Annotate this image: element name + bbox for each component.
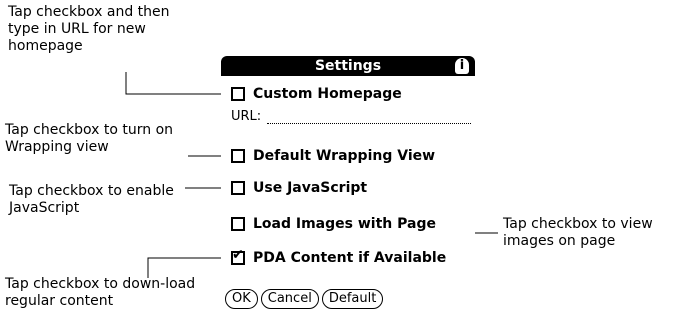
- cancel-button[interactable]: Cancel: [260, 289, 319, 309]
- checkbox-custom-homepage[interactable]: [231, 87, 245, 101]
- line-homepage: [125, 72, 226, 95]
- checkbox-default-wrapping[interactable]: [231, 149, 245, 163]
- dialog-title: Settings: [314, 58, 382, 74]
- callout-pda: Tap checkbox to down-load regular conten…: [5, 276, 196, 309]
- dialog-titlebar: Settings i: [221, 56, 475, 76]
- url-input[interactable]: [267, 109, 471, 124]
- option-default-wrapping[interactable]: Default Wrapping View: [231, 146, 435, 166]
- option-label: PDA Content if Available: [253, 250, 447, 266]
- button-bar: OK Cancel Default: [225, 289, 384, 309]
- callout-images: Tap checkbox to view images on page: [503, 216, 653, 249]
- checkbox-load-images[interactable]: [231, 217, 245, 231]
- option-pda-content[interactable]: PDA Content if Available: [231, 247, 447, 268]
- settings-dialog: Settings i Custom Homepage URL: Default …: [221, 56, 475, 314]
- line-pda: [147, 257, 226, 278]
- option-label: Custom Homepage: [253, 86, 402, 102]
- callout-wrapping: Tap checkbox to turn on Wrapping view: [5, 122, 174, 155]
- callout-homepage: Tap checkbox and then type in URL for ne…: [8, 4, 170, 54]
- url-row: URL:: [231, 109, 471, 124]
- option-custom-homepage[interactable]: Custom Homepage: [231, 84, 402, 104]
- callout-javascript: Tap checkbox to enable JavaScript: [9, 183, 174, 216]
- info-icon[interactable]: i: [455, 58, 469, 74]
- option-use-javascript[interactable]: Use JavaScript: [231, 178, 367, 198]
- ok-button[interactable]: OK: [225, 289, 258, 309]
- option-label: Use JavaScript: [253, 180, 368, 196]
- default-button[interactable]: Default: [321, 289, 384, 309]
- url-label: URL:: [231, 109, 262, 124]
- option-load-images[interactable]: Load Images with Page: [231, 214, 436, 234]
- option-label: Default Wrapping View: [253, 148, 436, 164]
- option-label: Load Images with Page: [253, 216, 436, 232]
- checkbox-use-javascript[interactable]: [231, 181, 245, 195]
- checkbox-pda-content[interactable]: [231, 247, 245, 265]
